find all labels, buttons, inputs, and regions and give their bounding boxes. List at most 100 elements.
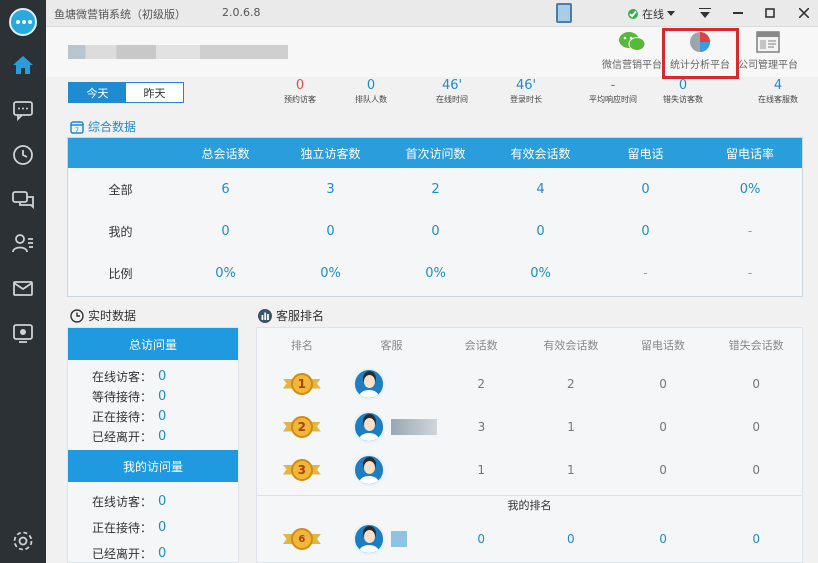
column-header: 错失会话数: [728, 339, 784, 352]
skin-menu-icon[interactable]: [694, 4, 716, 22]
cell: 0%: [739, 181, 761, 197]
wechat-icon: [617, 30, 647, 54]
cell: 0: [326, 223, 335, 239]
section-title: 实时数据: [88, 309, 137, 323]
stat-queue-count: 0 排队人数: [336, 78, 406, 105]
stat-label: 预约访客: [284, 95, 316, 104]
contacts-icon[interactable]: [0, 228, 46, 258]
cell: 0: [659, 376, 667, 391]
date-tabs: 今天 昨天: [68, 82, 184, 103]
rank-medal-icon: 2: [282, 415, 321, 438]
messages-icon[interactable]: [0, 184, 46, 214]
stat-label: 登录时长: [510, 95, 542, 104]
cell: 0%: [215, 265, 236, 281]
stat-value: 0: [678, 78, 688, 93]
stat-value: -: [610, 78, 616, 93]
column-header: 留电话率: [725, 146, 774, 161]
app-logo-icon: [9, 8, 37, 36]
stat-label: 在线客服数: [758, 95, 798, 104]
column-header: 独立访客数: [300, 146, 361, 161]
minimize-button[interactable]: [727, 4, 749, 22]
table-row: 2 3 1 0 0: [257, 405, 802, 448]
chevron-down-icon[interactable]: [667, 11, 675, 16]
list-item: 等待接待： 0: [68, 386, 238, 406]
avatar: [352, 367, 385, 400]
table-row: 全部 6 3 2 4 0 0%: [68, 168, 802, 210]
cell: 0: [221, 223, 230, 239]
svg-text:7: 7: [75, 127, 79, 134]
tab-today[interactable]: 今天: [69, 83, 126, 102]
cell: 0%: [530, 265, 551, 281]
maximize-button[interactable]: [759, 4, 781, 22]
cell: 0%: [320, 265, 341, 281]
cell: 0: [641, 223, 650, 239]
phone-icon[interactable]: [556, 3, 572, 23]
tab-yesterday[interactable]: 昨天: [126, 83, 183, 102]
monitor-eye-icon[interactable]: [0, 318, 46, 348]
item-value: 0: [158, 388, 167, 404]
window-icon: [753, 30, 783, 54]
list-item: 已经离开： 0: [68, 426, 238, 446]
rank-number: 6: [290, 528, 313, 550]
column-header: 会话数: [464, 339, 498, 352]
column-header: 总会话数: [201, 146, 250, 161]
tool-wechat-marketing[interactable]: 微信营销平台: [600, 30, 664, 76]
chat-icon[interactable]: [0, 95, 46, 125]
cell: 6: [221, 181, 230, 197]
column-header: 排名: [290, 339, 313, 352]
cell: 2: [431, 181, 440, 197]
close-button[interactable]: [793, 4, 815, 22]
cell: 0: [659, 419, 667, 434]
list-item: 正在接待： 0: [68, 406, 238, 426]
stat-label: 平均响应时间: [589, 95, 637, 104]
column-header: [68, 138, 173, 168]
stat-label: 错失访客数: [663, 95, 703, 104]
item-value: 0: [158, 545, 167, 561]
rank-number: 3: [290, 458, 313, 481]
settings-gear-icon[interactable]: [0, 526, 46, 556]
stat-avg-response: - 平均响应时间: [578, 78, 648, 105]
cell: 1: [567, 419, 575, 434]
highlight-box: [662, 28, 739, 79]
combined-data-table: 总会话数 独立访客数 首次访问数 有效会话数 留电话 留电话率 全部 6 3 2…: [67, 137, 803, 297]
cell: 3: [477, 419, 486, 434]
title-bar: 鱼塘微营销系统（初级版） 2.0.6.8 在线: [46, 0, 818, 27]
table-header: 总会话数 独立访客数 首次访问数 有效会话数 留电话 留电话率: [68, 138, 802, 168]
agent-ranking-heading: 客服排名: [258, 307, 324, 324]
stat-value: 0: [366, 78, 376, 93]
user-info-blurred: [68, 45, 288, 59]
app-version: 2.0.6.8: [222, 6, 261, 19]
my-ranking-row: 6 0 0 0 0: [257, 515, 802, 563]
online-status[interactable]: 在线: [642, 6, 664, 22]
list-item: 在线访客： 0: [68, 366, 238, 386]
stat-login-duration: 46' 登录时长: [491, 78, 561, 105]
rank-number: 2: [290, 415, 313, 438]
row-label: 我的: [108, 224, 133, 239]
realtime-data-heading: 实时数据: [70, 307, 136, 324]
home-icon[interactable]: [0, 50, 46, 80]
tool-label: 公司管理平台: [738, 60, 798, 71]
stat-reserved-visitors: 0 预约访客: [265, 78, 335, 105]
clock-icon: [70, 308, 84, 323]
stat-label: 在线时间: [436, 95, 468, 104]
calendar-icon: 7: [70, 120, 84, 134]
history-clock-icon[interactable]: [0, 140, 46, 170]
column-header: 留电话: [627, 146, 664, 161]
column-header: 客服: [380, 339, 403, 352]
tool-company-management[interactable]: 公司管理平台: [736, 30, 800, 76]
table-row: 比例 0% 0% 0% 0% - -: [68, 252, 802, 294]
row-label: 全部: [108, 182, 133, 197]
rank-medal-icon: 1: [282, 372, 321, 395]
section-title: 客服排名: [276, 309, 325, 323]
mail-icon[interactable]: [0, 273, 46, 303]
sidebar: [0, 0, 46, 563]
table-header: 排名 客服 会话数 有效会话数 留电话数 错失会话数: [257, 328, 802, 362]
item-label: 正在接待：: [92, 409, 153, 424]
stat-label: 排队人数: [355, 95, 387, 104]
table-row: 3 1 1 0 0: [257, 448, 802, 491]
cell: 4: [536, 181, 545, 197]
cell: 2: [567, 376, 575, 391]
stat-online-agents: 4 在线客服数: [743, 78, 813, 105]
avatar: [352, 523, 385, 555]
bar-chart-icon: [258, 308, 272, 323]
